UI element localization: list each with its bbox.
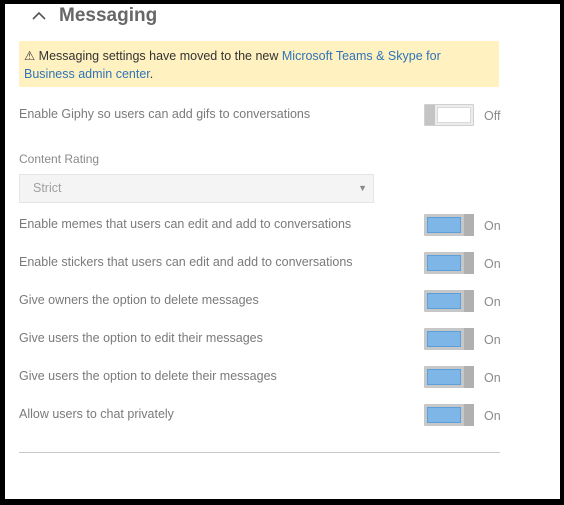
setting-label: Give users the option to edit their mess…: [19, 331, 263, 345]
giphy-toggle[interactable]: [424, 104, 474, 126]
toggle-knob: [464, 252, 474, 274]
giphy-label: Enable Giphy so users can add gifs to co…: [19, 107, 311, 121]
giphy-setting-row: Enable Giphy so users can add gifs to co…: [19, 104, 501, 128]
dropdown-arrow-icon: ▼: [358, 183, 367, 193]
messaging-panel: Messaging ⚠ Messaging settings have move…: [5, 4, 560, 499]
setting-label: Enable memes that users can edit and add…: [19, 217, 352, 231]
section-header[interactable]: Messaging: [31, 4, 157, 28]
setting-state: On: [484, 219, 501, 233]
setting-state: On: [484, 371, 501, 385]
toggle-knob: [464, 214, 474, 236]
setting-state: On: [484, 257, 501, 271]
setting-label: Allow users to chat privately: [19, 407, 174, 421]
content-rating-value: Strict: [33, 181, 62, 195]
private-chat-toggle[interactable]: [424, 404, 474, 426]
setting-row-private-chat: Allow users to chat privately On: [19, 404, 501, 428]
memes-toggle[interactable]: [424, 214, 474, 236]
setting-row-users-delete: Give users the option to delete their me…: [19, 366, 501, 390]
toggle-knob: [425, 105, 435, 125]
setting-label: Enable stickers that users can edit and …: [19, 255, 353, 269]
toggle-fill: [427, 217, 461, 233]
setting-state: On: [484, 409, 501, 423]
section-divider: [19, 452, 500, 453]
setting-row-memes: Enable memes that users can edit and add…: [19, 214, 501, 238]
toggle-fill: [427, 293, 461, 309]
setting-label: Give users the option to delete their me…: [19, 369, 277, 383]
users-delete-toggle[interactable]: [424, 366, 474, 388]
toggle-knob: [464, 404, 474, 426]
toggle-knob: [464, 290, 474, 312]
content-rating-select[interactable]: Strict ▼: [19, 174, 374, 203]
notice-banner: ⚠ Messaging settings have moved to the n…: [19, 41, 499, 87]
setting-row-users-edit: Give users the option to edit their mess…: [19, 328, 501, 352]
users-edit-toggle[interactable]: [424, 328, 474, 350]
toggle-fill: [427, 369, 461, 385]
toggle-fill: [427, 407, 461, 423]
toggle-knob: [464, 328, 474, 350]
toggle-knob: [464, 366, 474, 388]
stickers-toggle[interactable]: [424, 252, 474, 274]
setting-row-stickers: Enable stickers that users can edit and …: [19, 252, 501, 276]
setting-label: Give owners the option to delete message…: [19, 293, 259, 307]
notice-suffix: .: [149, 67, 154, 81]
chevron-up-icon[interactable]: [31, 8, 47, 24]
setting-row-owners-delete: Give owners the option to delete message…: [19, 290, 501, 314]
section-title: Messaging: [59, 5, 158, 26]
toggle-fill: [427, 255, 461, 271]
setting-state: On: [484, 333, 501, 347]
notice-text: ⚠ Messaging settings have moved to the n…: [24, 49, 282, 63]
content-rating-label: Content Rating: [19, 152, 100, 166]
toggle-fill: [427, 331, 461, 347]
owners-delete-toggle[interactable]: [424, 290, 474, 312]
toggle-track: [437, 107, 471, 123]
giphy-state: Off: [484, 109, 501, 123]
setting-state: On: [484, 295, 501, 309]
